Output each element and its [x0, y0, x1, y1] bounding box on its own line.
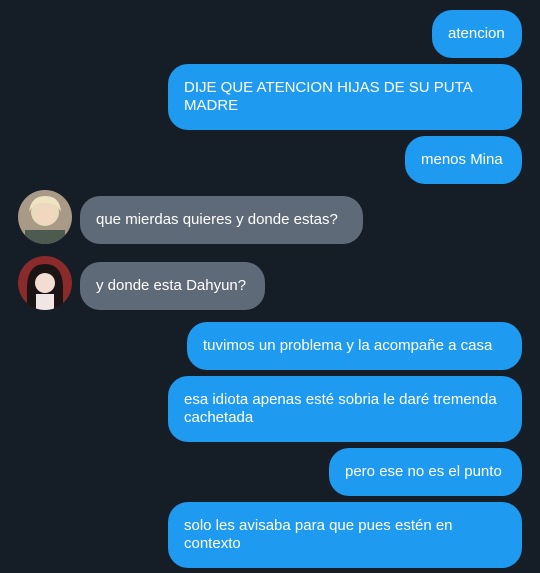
message-text: atencion: [448, 25, 505, 42]
avatar-blonde-person-icon[interactable]: [18, 190, 72, 244]
message-text: DIJE QUE ATENCION HIJAS DE SU PUTA MADRE: [184, 79, 472, 114]
message-text: pero ese no es el punto: [345, 463, 502, 480]
incoming-message-bubble[interactable]: que mierdas quieres y donde estas?: [80, 196, 363, 244]
outgoing-message-bubble[interactable]: solo les avisaba para que pues estén en …: [168, 502, 522, 568]
outgoing-message-bubble[interactable]: esa idiota apenas esté sobria le daré tr…: [168, 376, 522, 442]
outgoing-message-bubble[interactable]: pero ese no es el punto: [329, 448, 522, 496]
avatar-dark-hair-person-icon[interactable]: [18, 256, 72, 310]
outgoing-message-bubble[interactable]: atencion: [432, 10, 522, 58]
incoming-message-bubble[interactable]: y donde esta Dahyun?: [80, 262, 265, 310]
message-text: y donde esta Dahyun?: [96, 277, 247, 294]
outgoing-message-bubble[interactable]: DIJE QUE ATENCION HIJAS DE SU PUTA MADRE: [168, 64, 522, 130]
chat-thread: atencion DIJE QUE ATENCION HIJAS DE SU P…: [0, 0, 540, 573]
message-text: esa idiota apenas esté sobria le daré tr…: [184, 391, 497, 426]
message-text: solo les avisaba para que pues estén en …: [184, 517, 453, 552]
message-text: menos Mina: [421, 151, 503, 168]
message-text: tuvimos un problema y la acompañe a casa: [203, 337, 493, 354]
outgoing-message-bubble[interactable]: tuvimos un problema y la acompañe a casa: [187, 322, 522, 370]
message-text: que mierdas quieres y donde estas?: [96, 211, 338, 228]
outgoing-message-bubble[interactable]: menos Mina: [405, 136, 522, 184]
